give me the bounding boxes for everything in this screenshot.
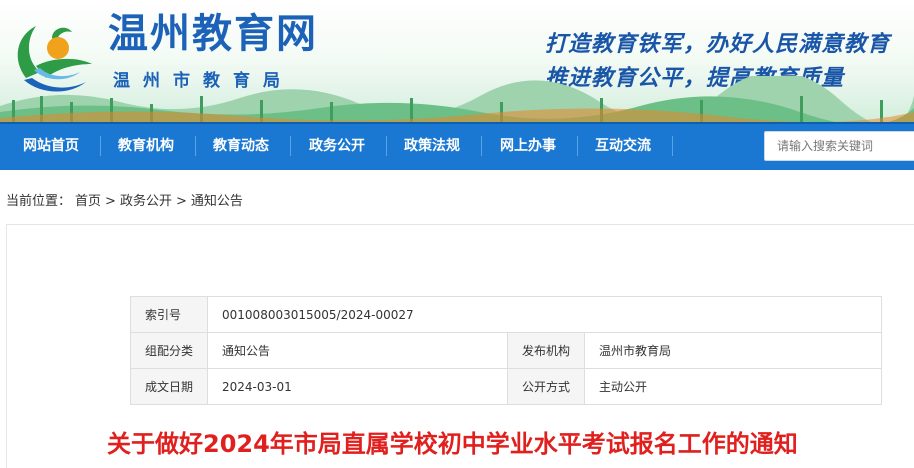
nav-divider: [290, 136, 291, 156]
banner-decoration: [0, 76, 914, 122]
nav-item-public-affairs[interactable]: 政务公开: [309, 122, 365, 170]
search-input[interactable]: [764, 131, 914, 161]
category-value: 通知公告: [207, 332, 509, 369]
table-row: 组配分类 通知公告 发布机构 温州市教育局: [129, 332, 882, 369]
nav-divider: [386, 136, 387, 156]
breadcrumb-separator: >: [105, 194, 116, 209]
nav-item-policies[interactable]: 政策法规: [404, 122, 460, 170]
breadcrumb: 当前位置： 首页 > 政务公开 > 通知公告: [6, 190, 247, 209]
table-row: 索引号 001008003015005/2024-00027: [129, 296, 882, 333]
site-title: 温州教育网: [108, 10, 318, 57]
table-row: 成文日期 2024-03-01 公开方式 主动公开: [129, 368, 882, 405]
breadcrumb-separator: >: [175, 194, 187, 209]
document-meta-table: 索引号 001008003015005/2024-00027 组配分类 通知公告…: [129, 296, 882, 405]
breadcrumb-prefix: 当前位置：: [6, 194, 72, 209]
nav-item-news[interactable]: 教育动态: [213, 122, 269, 170]
nav-item-online-services[interactable]: 网上办事: [500, 122, 556, 170]
publisher-label: 发布机构: [507, 332, 586, 369]
breadcrumb-home[interactable]: 首页: [75, 194, 101, 209]
nav-item-home[interactable]: 网站首页: [23, 122, 79, 170]
nav-divider: [100, 136, 101, 156]
nav-divider: [481, 136, 482, 156]
slogan-line-1: 打造教育铁军，办好人民满意教育: [545, 31, 891, 57]
article-title: 关于做好2024年市局直属学校初中学业水平考试报名工作的通知: [107, 430, 798, 458]
nav-item-interaction[interactable]: 互动交流: [595, 122, 651, 170]
breadcrumb-notices[interactable]: 通知公告: [191, 194, 243, 209]
category-label: 组配分类: [129, 332, 209, 369]
nav-item-institutions[interactable]: 教育机构: [118, 122, 174, 170]
date-value: 2024-03-01: [207, 368, 509, 405]
nav-divider: [195, 136, 196, 156]
index-value: 001008003015005/2024-00027: [207, 296, 882, 333]
breadcrumb-public-affairs[interactable]: 政务公开: [120, 194, 172, 209]
nav-divider: [672, 136, 673, 156]
site-banner: 温州教育网 温州市教育局 打造教育铁军，办好人民满意教育 推进教育公平，提高教育…: [0, 0, 914, 122]
publisher-value: 温州市教育局: [584, 332, 882, 369]
index-label: 索引号: [129, 296, 209, 333]
disclosure-value: 主动公开: [584, 368, 882, 405]
date-label: 成文日期: [129, 368, 209, 405]
disclosure-label: 公开方式: [507, 368, 586, 405]
nav-divider: [577, 136, 578, 156]
